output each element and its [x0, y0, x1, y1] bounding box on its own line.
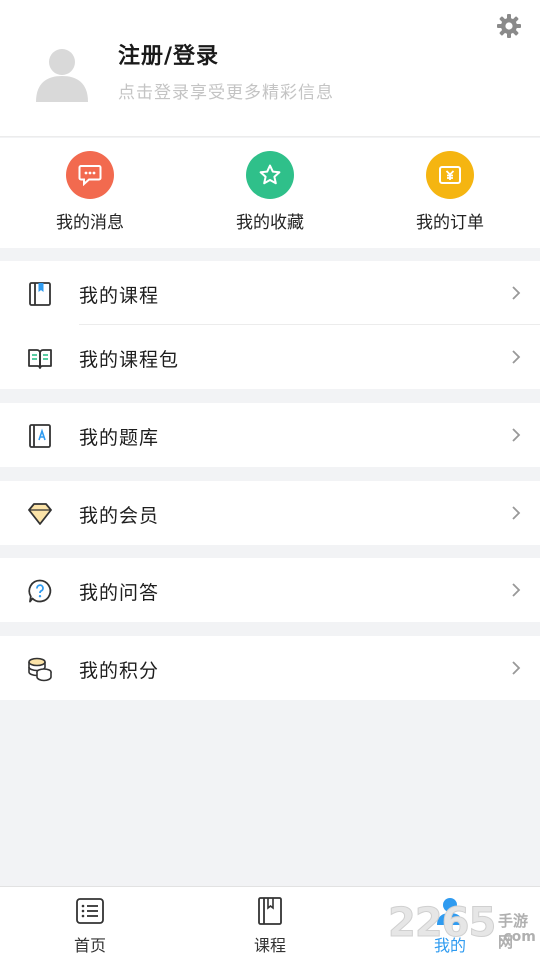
menu-item-my-membership[interactable]: 我的会员: [0, 481, 540, 545]
menu-item-label: 我的积分: [79, 660, 160, 682]
tab-label: 首页: [73, 936, 106, 955]
gear-icon[interactable]: [496, 13, 522, 39]
menu-item-label: 我的题库: [79, 427, 160, 449]
question-icon: [28, 579, 52, 603]
menu-item-my-question-bank[interactable]: 我的题库: [0, 403, 540, 467]
chevron-right-icon: [512, 428, 521, 442]
menu-item-my-course-packages[interactable]: 我的课程包: [0, 325, 540, 389]
chevron-right-icon: [512, 286, 521, 300]
coins-icon: [28, 657, 52, 682]
menu-item-label: 我的问答: [79, 582, 160, 604]
menu-group-question-bank: 我的题库: [0, 403, 540, 467]
diamond-icon: [28, 503, 52, 525]
menu-group-courses: 我的课程 我的课程包: [0, 261, 540, 389]
login-register-link[interactable]: 注册/登录: [118, 38, 219, 70]
message-icon: [66, 151, 114, 199]
my-messages-label: 我的消息: [56, 213, 124, 233]
chevron-right-icon: [512, 583, 521, 597]
my-favorites-label: 我的收藏: [236, 213, 304, 233]
avatar[interactable]: [34, 42, 90, 102]
tab-label: 我的: [433, 936, 466, 955]
profile-header[interactable]: 注册/登录 点击登录享受更多精彩信息: [0, 0, 540, 137]
quick-actions: 我的消息 我的收藏 我的订单: [0, 138, 540, 248]
my-orders-button[interactable]: 我的订单: [360, 138, 540, 248]
course-book-icon: [258, 897, 282, 925]
bottom-tab-bar: 首页 课程 我的: [0, 886, 540, 960]
yuan-icon: [426, 151, 474, 199]
tab-mine[interactable]: 我的: [360, 887, 540, 960]
star-icon: [246, 151, 294, 199]
menu-item-my-courses[interactable]: 我的课程: [0, 261, 540, 325]
tab-courses[interactable]: 课程: [180, 887, 360, 960]
user-icon: [437, 898, 463, 925]
open-book-icon: [28, 349, 52, 369]
tab-home[interactable]: 首页: [0, 887, 180, 960]
my-orders-label: 我的订单: [416, 213, 484, 233]
question-bank-icon: [29, 424, 51, 448]
tab-label: 课程: [253, 936, 286, 955]
menu-item-label: 我的课程: [79, 285, 160, 307]
menu-item-my-points[interactable]: 我的积分: [0, 636, 540, 700]
menu-item-my-qa[interactable]: 我的问答: [0, 558, 540, 622]
chevron-right-icon: [512, 506, 521, 520]
chevron-right-icon: [512, 350, 521, 364]
my-messages-button[interactable]: 我的消息: [0, 138, 180, 248]
menu-group-qa: 我的问答: [0, 558, 540, 622]
menu-group-points: 我的积分: [0, 636, 540, 700]
menu-item-label: 我的课程包: [79, 349, 180, 371]
chevron-right-icon: [512, 661, 521, 675]
book-icon: [29, 282, 51, 306]
login-hint: 点击登录享受更多精彩信息: [118, 83, 334, 103]
home-list-icon: [76, 898, 104, 924]
menu-item-label: 我的会员: [79, 505, 160, 527]
my-favorites-button[interactable]: 我的收藏: [180, 138, 360, 248]
menu-group-membership: 我的会员: [0, 481, 540, 545]
